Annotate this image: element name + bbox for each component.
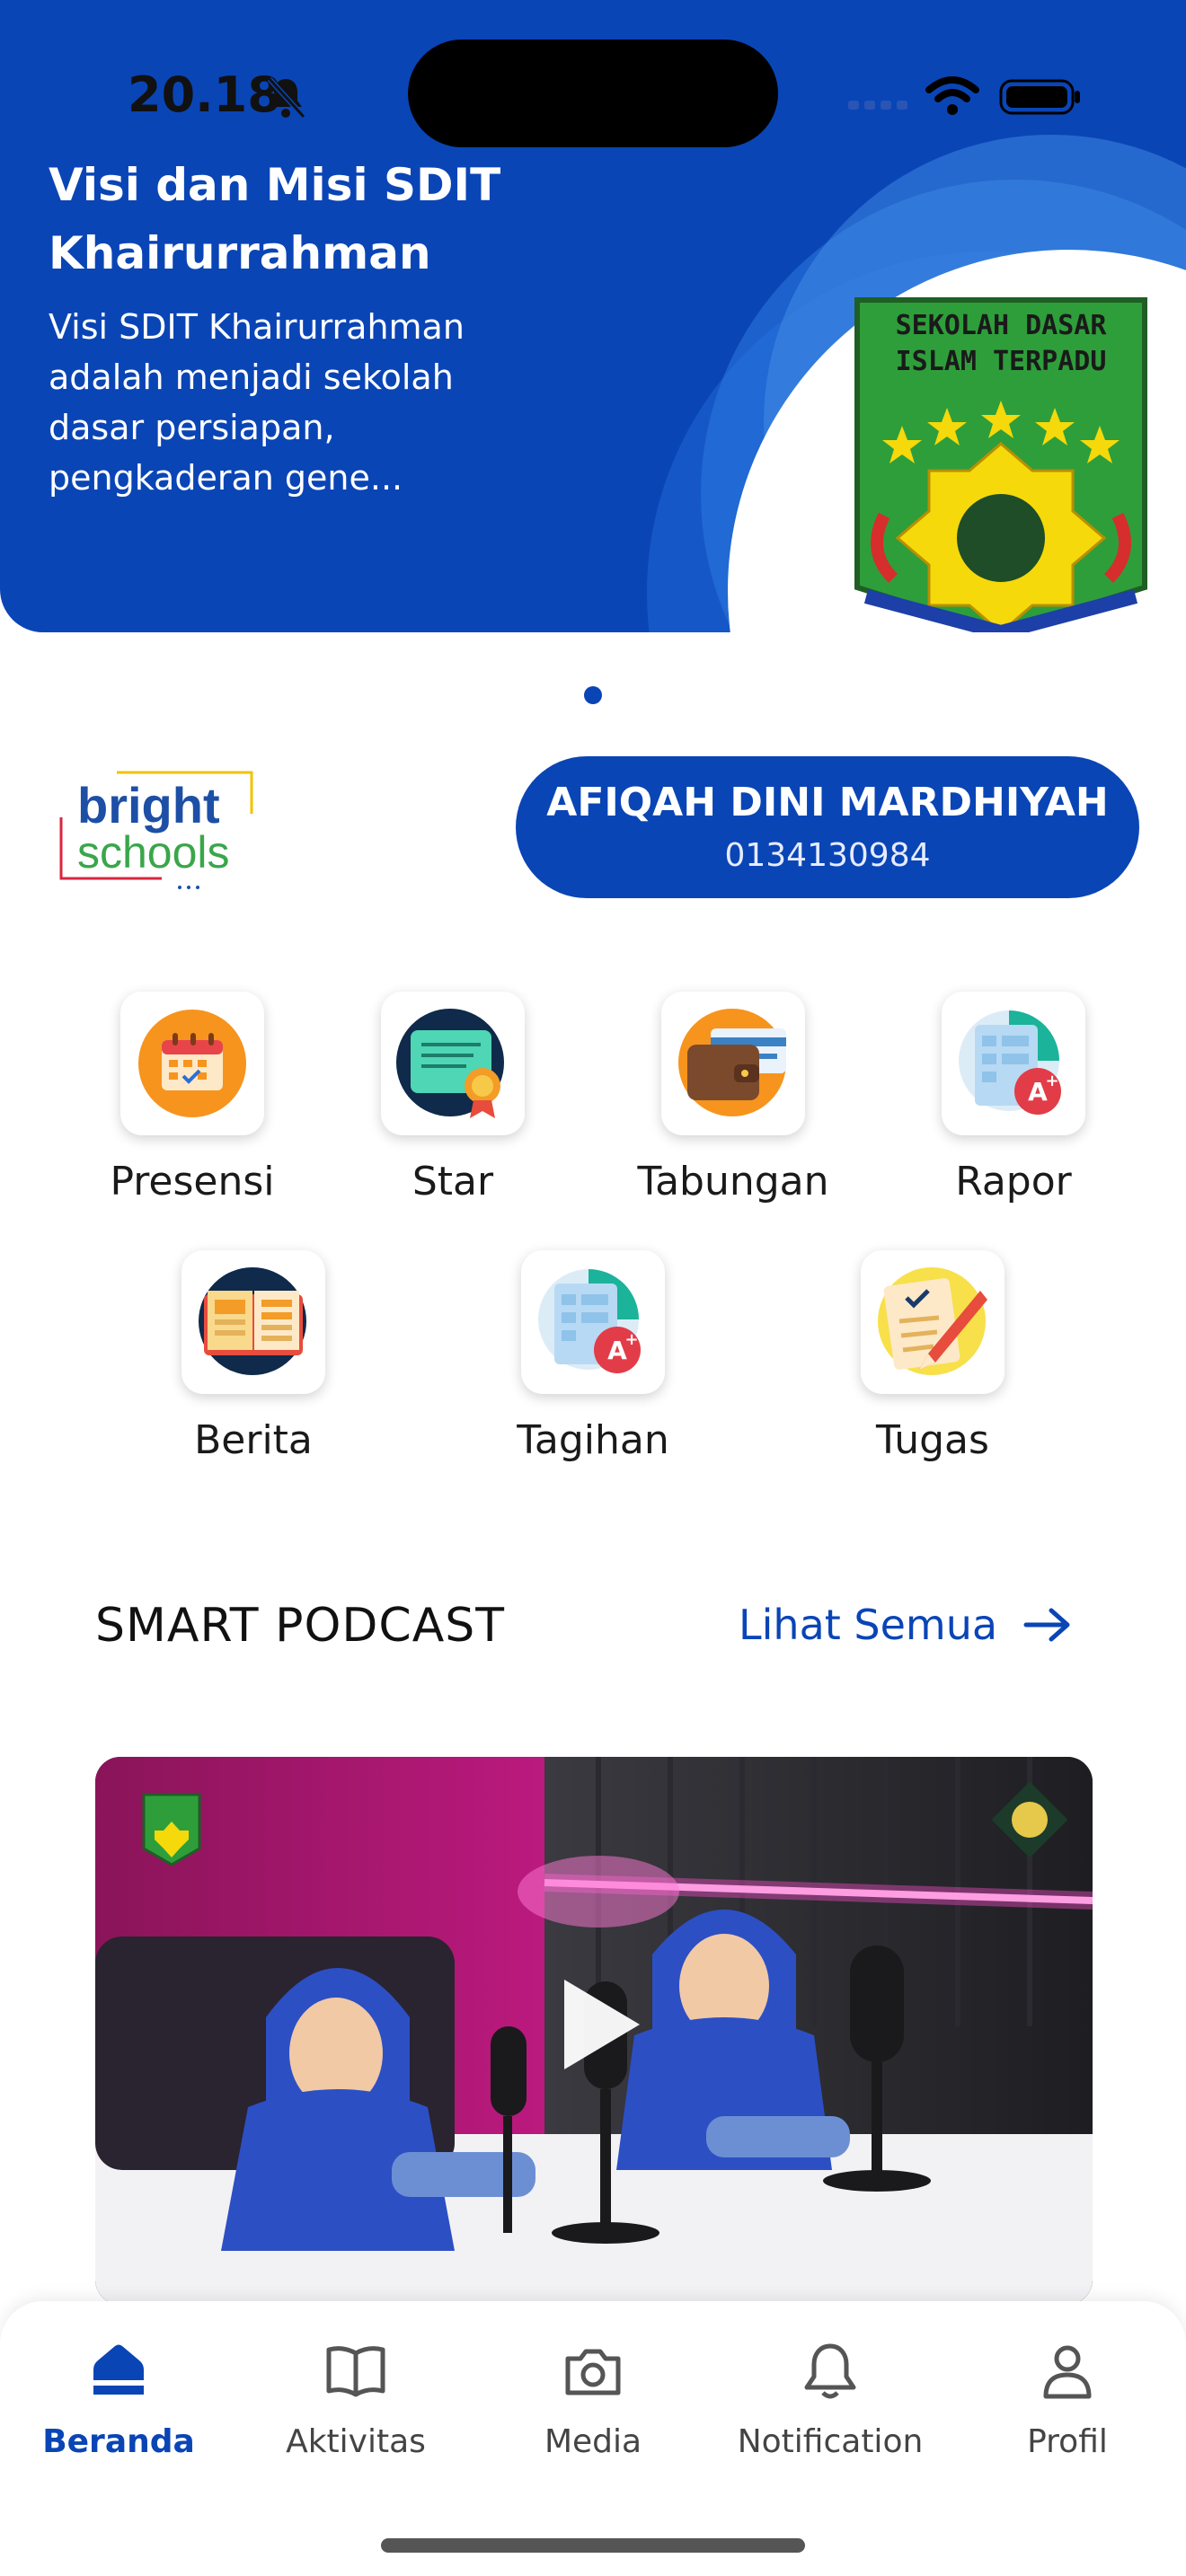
- menu-label: Star: [412, 1159, 494, 1204]
- banner-title: Visi dan Misi SDIT Khairurrahman: [49, 159, 501, 279]
- menu-label: Rapor: [955, 1159, 1072, 1204]
- nav-media[interactable]: Media: [474, 2339, 712, 2460]
- section-title-podcast: SMART PODCAST: [95, 1599, 506, 1653]
- menu-tugas[interactable]: Tugas: [816, 1250, 1049, 1463]
- arrow-right-icon: [1023, 1608, 1070, 1642]
- wallet-icon: [678, 1009, 786, 1116]
- podcast-scene: [95, 1757, 1093, 2305]
- wifi-icon: [925, 76, 979, 115]
- signal-icon: [848, 101, 907, 110]
- menu-label: Tagihan: [517, 1417, 669, 1463]
- assignment-icon: [878, 1267, 987, 1375]
- dynamic-island: [408, 40, 778, 147]
- user-id: 0134130984: [724, 837, 931, 874]
- menu-tabungan[interactable]: Tabungan: [616, 992, 850, 1204]
- see-all-label: Lihat Semua: [739, 1601, 998, 1649]
- menu-rapor[interactable]: A + Rapor: [897, 992, 1130, 1204]
- menu-berita[interactable]: Berita: [137, 1250, 370, 1463]
- report-card-icon: A +: [959, 1010, 1061, 1115]
- nav-aktivitas[interactable]: Aktivitas: [237, 2339, 474, 2460]
- svg-text:+: +: [624, 1330, 638, 1349]
- nav-notification[interactable]: Notification: [712, 2339, 949, 2460]
- bottom-navigation: Beranda Aktivitas Media Notification Pro…: [0, 2301, 1186, 2576]
- see-all-link[interactable]: Lihat Semua: [739, 1601, 1073, 1649]
- podcast-video-thumbnail[interactable]: [95, 1757, 1093, 2305]
- menu-label: Berita: [194, 1417, 313, 1463]
- menu-star[interactable]: Star: [336, 992, 570, 1204]
- brand-line2: schools: [77, 827, 230, 878]
- bill-icon: A +: [538, 1269, 641, 1373]
- menu-label: Tugas: [876, 1417, 989, 1463]
- home-indicator[interactable]: [381, 2538, 805, 2553]
- nav-profil[interactable]: Profil: [949, 2339, 1186, 2460]
- school-logo: SEKOLAH DASAR ISLAM TERPADU: [854, 297, 1147, 632]
- menu-tagihan[interactable]: A + Tagihan: [476, 1250, 710, 1463]
- nav-label: Aktivitas: [286, 2423, 426, 2460]
- book-icon: [326, 2346, 385, 2397]
- bell-icon: [804, 2343, 856, 2399]
- logo-text-top: SEKOLAH DASAR: [896, 310, 1108, 341]
- battery-icon: [999, 79, 1080, 115]
- home-icon: [93, 2344, 144, 2395]
- nav-label: Media: [544, 2423, 642, 2460]
- nav-beranda[interactable]: Beranda: [0, 2339, 237, 2460]
- newspaper-icon: [199, 1267, 306, 1375]
- menu-presensi[interactable]: Presensi: [75, 992, 309, 1204]
- bell-off-icon: [267, 76, 305, 119]
- banner-description: Visi SDIT Khairurrahman adalah menjadi s…: [49, 307, 465, 498]
- menu-label: Presensi: [110, 1159, 275, 1204]
- status-time: 20.18: [128, 66, 281, 123]
- nav-label: Notification: [737, 2423, 924, 2460]
- svg-text:+: +: [1045, 1072, 1058, 1090]
- user-name: AFIQAH DINI MARDHIYAH: [546, 780, 1109, 825]
- certificate-icon: [396, 1009, 504, 1118]
- person-icon: [1043, 2345, 1092, 2399]
- brand-line1: bright: [77, 777, 220, 834]
- carousel-page-indicator[interactable]: [584, 686, 602, 704]
- nav-label: Beranda: [42, 2423, 195, 2460]
- nav-label: Profil: [1027, 2423, 1108, 2460]
- logo-text-bottom: ISLAM TERPADU: [896, 346, 1107, 377]
- camera-icon: [565, 2349, 621, 2395]
- calendar-icon: [138, 1010, 246, 1117]
- bright-schools-logo: bright schools: [59, 771, 253, 889]
- menu-label: Tabungan: [637, 1159, 829, 1204]
- user-card[interactable]: AFIQAH DINI MARDHIYAH 0134130984: [516, 756, 1139, 898]
